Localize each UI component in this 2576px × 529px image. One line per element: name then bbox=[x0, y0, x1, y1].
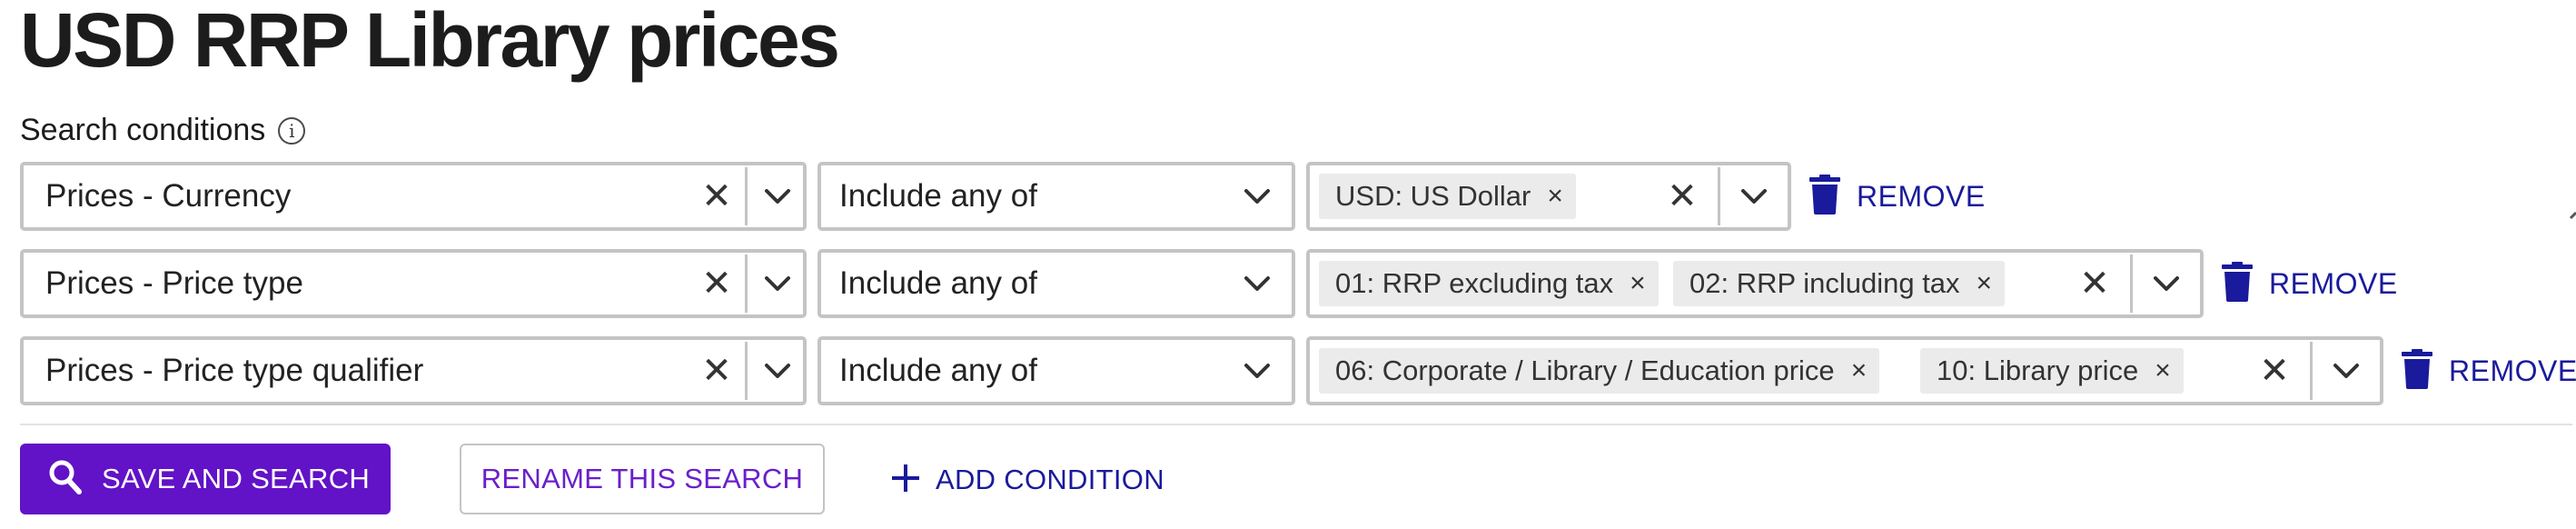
operator-select[interactable]: Include any of bbox=[817, 162, 1295, 231]
value-chip: 01: RRP excluding tax × bbox=[1319, 261, 1659, 306]
save-and-search-button[interactable]: SAVE AND SEARCH bbox=[20, 444, 391, 514]
value-chip-label: 06: Corporate / Library / Education pric… bbox=[1335, 354, 1835, 386]
section-divider bbox=[20, 424, 2572, 425]
value-chip: 02: RRP including tax × bbox=[1673, 261, 2006, 306]
select-divider bbox=[1718, 167, 1720, 225]
chevron-down-icon[interactable] bbox=[2316, 340, 2376, 402]
remove-condition-button[interactable]: REMOVE bbox=[2222, 262, 2398, 306]
scroll-edge-indicator bbox=[2569, 211, 2576, 220]
add-condition-label: ADD CONDITION bbox=[936, 464, 1164, 495]
search-conditions-header: Search conditions i bbox=[20, 113, 306, 148]
field-select-value: Prices - Currency bbox=[45, 178, 292, 214]
clear-icon[interactable]: ✕ bbox=[1660, 165, 1705, 227]
operator-select[interactable]: Include any of bbox=[817, 249, 1295, 318]
field-select-value: Prices - Price type qualifier bbox=[45, 353, 424, 388]
field-select[interactable]: Prices - Price type ✕ bbox=[20, 249, 807, 318]
page-title: USD RRP Library prices bbox=[20, 0, 840, 83]
chip-remove-icon[interactable]: × bbox=[2155, 355, 2171, 386]
save-and-search-label: SAVE AND SEARCH bbox=[102, 463, 371, 494]
value-chip: USD: US Dollar × bbox=[1319, 174, 1576, 219]
values-select[interactable]: USD: US Dollar × ✕ bbox=[1306, 162, 1791, 231]
select-divider bbox=[2310, 342, 2313, 400]
value-chip-label: 01: RRP excluding tax bbox=[1335, 267, 1614, 299]
search-icon bbox=[49, 460, 82, 499]
value-chip: 06: Corporate / Library / Education pric… bbox=[1319, 348, 1880, 394]
info-icon[interactable]: i bbox=[278, 116, 306, 145]
chip-remove-icon[interactable]: × bbox=[1977, 268, 1993, 299]
chevron-down-icon[interactable] bbox=[1227, 253, 1287, 314]
field-select[interactable]: Prices - Currency ✕ bbox=[20, 162, 807, 231]
plus-icon bbox=[890, 463, 921, 498]
chevron-down-icon[interactable] bbox=[1724, 165, 1784, 227]
chevron-down-icon[interactable] bbox=[748, 165, 807, 227]
clear-icon[interactable]: ✕ bbox=[694, 165, 739, 227]
chevron-down-icon[interactable] bbox=[2136, 253, 2196, 314]
trash-icon bbox=[1809, 175, 1840, 219]
remove-label: REMOVE bbox=[2269, 267, 2398, 300]
clear-icon[interactable]: ✕ bbox=[2252, 340, 2297, 402]
rename-search-label: RENAME THIS SEARCH bbox=[481, 463, 804, 494]
operator-select[interactable]: Include any of bbox=[817, 336, 1295, 405]
chevron-down-icon[interactable] bbox=[1227, 165, 1287, 227]
chip-remove-icon[interactable]: × bbox=[1630, 268, 1646, 299]
field-select[interactable]: Prices - Price type qualifier ✕ bbox=[20, 336, 807, 405]
clear-icon[interactable]: ✕ bbox=[694, 340, 739, 402]
chip-remove-icon[interactable]: × bbox=[1851, 355, 1868, 386]
field-select-value: Prices - Price type bbox=[45, 265, 303, 301]
remove-condition-button[interactable]: REMOVE bbox=[1809, 175, 1986, 219]
chevron-down-icon[interactable] bbox=[1227, 340, 1287, 402]
trash-icon bbox=[2402, 349, 2432, 394]
select-divider bbox=[2130, 255, 2133, 313]
trash-icon bbox=[2222, 262, 2253, 306]
value-chip-label: USD: US Dollar bbox=[1335, 180, 1531, 212]
operator-select-value: Include any of bbox=[839, 178, 1037, 214]
values-select[interactable]: 06: Corporate / Library / Education pric… bbox=[1306, 336, 2383, 405]
chevron-down-icon[interactable] bbox=[748, 340, 807, 402]
chip-remove-icon[interactable]: × bbox=[1547, 181, 1563, 212]
add-condition-button[interactable]: ADD CONDITION bbox=[890, 453, 1164, 507]
remove-label: REMOVE bbox=[2449, 354, 2576, 387]
value-chip-label: 02: RRP including tax bbox=[1689, 267, 1960, 299]
value-chip-label: 10: Library price bbox=[1937, 354, 2139, 386]
remove-label: REMOVE bbox=[1857, 180, 1986, 213]
values-select[interactable]: 01: RRP excluding tax × 02: RRP includin… bbox=[1306, 249, 2204, 318]
chevron-down-icon[interactable] bbox=[748, 253, 807, 314]
search-conditions-label: Search conditions bbox=[20, 113, 266, 147]
clear-icon[interactable]: ✕ bbox=[694, 253, 739, 314]
operator-select-value: Include any of bbox=[839, 265, 1037, 301]
rename-search-button[interactable]: RENAME THIS SEARCH bbox=[460, 444, 825, 514]
value-chip: 10: Library price × bbox=[1920, 348, 2184, 394]
operator-select-value: Include any of bbox=[839, 353, 1037, 388]
clear-icon[interactable]: ✕ bbox=[2072, 253, 2117, 314]
remove-condition-button[interactable]: REMOVE bbox=[2402, 349, 2576, 394]
